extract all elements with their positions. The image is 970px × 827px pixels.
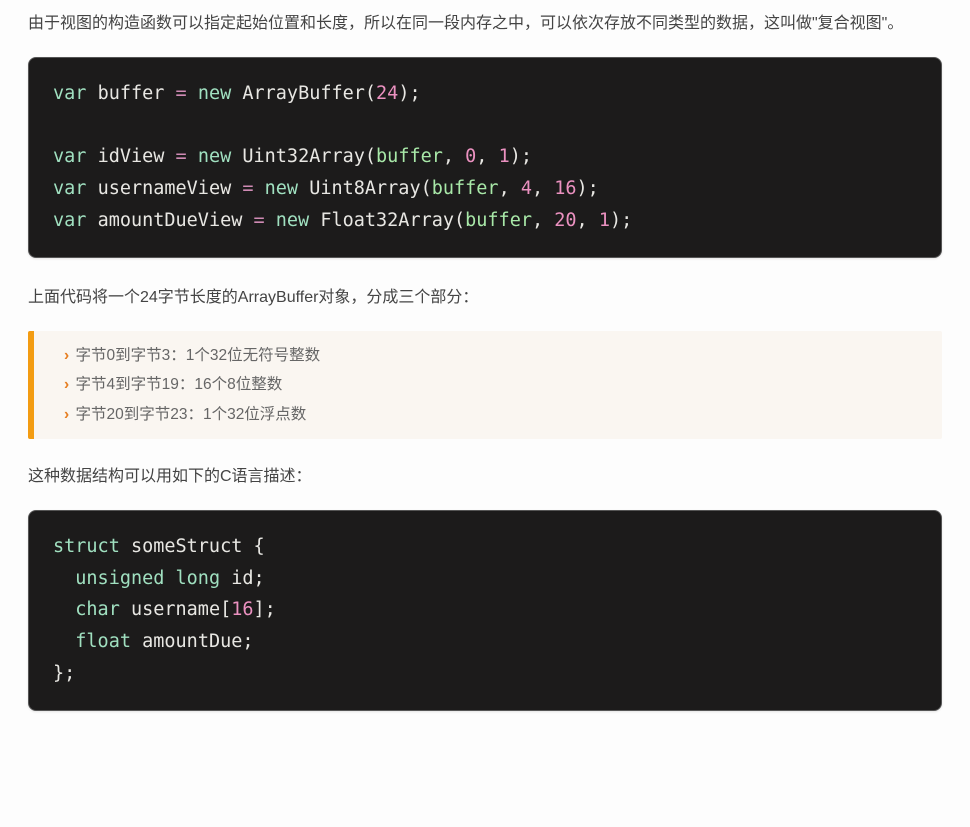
code-token-kw: float: [75, 631, 131, 652]
code-token-op: =: [242, 178, 253, 199]
code-token-id: id: [231, 568, 253, 589]
quote-line: 字节4到字节19：16个8位整数: [64, 370, 922, 399]
code-token-num: 16: [231, 599, 253, 620]
code-token-pn: ];: [254, 599, 276, 620]
code-token-kw: new: [276, 210, 309, 231]
code-token-id: buffer: [98, 83, 165, 104]
code-token-pn: ;: [254, 568, 265, 589]
code-token-id: amountDue: [142, 631, 242, 652]
code-token-pn: (: [365, 83, 376, 104]
code-token-pn: };: [53, 663, 75, 684]
code-token-pn: (: [365, 146, 376, 167]
code-token-kw: char: [75, 599, 120, 620]
quote-line: 字节0到字节3：1个32位无符号整数: [64, 341, 922, 370]
code-token-num: 0: [465, 146, 476, 167]
code-token-kw: new: [198, 146, 231, 167]
code-token-kw: var: [53, 83, 86, 104]
quote-line: 字节20到字节23：1个32位浮点数: [64, 400, 922, 429]
code-token-num: 24: [376, 83, 398, 104]
code-token-id: amountDueView: [98, 210, 243, 231]
code-token-id: someStruct: [131, 536, 242, 557]
code-block-js: var buffer = new ArrayBuffer(24); var id…: [28, 57, 942, 258]
code-token-op: =: [176, 83, 187, 104]
code-token-pn: );: [610, 210, 632, 231]
code-token-kw: var: [53, 178, 86, 199]
code-token-arg: buffer: [432, 178, 499, 199]
code-token-pn: ,: [532, 178, 554, 199]
code-token-pn: ,: [443, 146, 465, 167]
code-token-kw: struct: [53, 536, 120, 557]
code-token-cls: Uint8Array: [309, 178, 420, 199]
code-token-pn: ,: [499, 178, 521, 199]
code-token-kw: new: [265, 178, 298, 199]
code-token-pn: ,: [532, 210, 554, 231]
quote-block: 字节0到字节3：1个32位无符号整数字节4到字节19：16个8位整数字节20到字…: [28, 331, 942, 439]
code-token-pn: ,: [577, 210, 599, 231]
code-token-num: 16: [554, 178, 576, 199]
paragraph-after-quote: 这种数据结构可以用如下的C语言描述：: [28, 463, 942, 492]
paragraph-after-code: 上面代码将一个24字节长度的ArrayBuffer对象，分成三个部分：: [28, 284, 942, 313]
code-token-pn: [: [220, 599, 231, 620]
code-token-kw: var: [53, 210, 86, 231]
paragraph-intro: 由于视图的构造函数可以指定起始位置和长度，所以在同一段内存之中，可以依次存放不同…: [28, 10, 942, 39]
code-token-num: 20: [554, 210, 576, 231]
code-token-kw: var: [53, 146, 86, 167]
code-token-op: =: [254, 210, 265, 231]
code-token-cls: Float32Array: [320, 210, 454, 231]
code-token-id: usernameView: [98, 178, 232, 199]
code-token-pn: );: [398, 83, 420, 104]
code-token-id: idView: [98, 146, 165, 167]
code-token-pn: ,: [476, 146, 498, 167]
code-token-cls: Uint32Array: [242, 146, 365, 167]
code-token-id: username: [131, 599, 220, 620]
code-token-kw: unsigned: [75, 568, 164, 589]
code-block-c: struct someStruct { unsigned long id; ch…: [28, 510, 942, 711]
code-token-pn: );: [510, 146, 532, 167]
code-token-pn: {: [254, 536, 265, 557]
code-token-num: 4: [521, 178, 532, 199]
code-token-num: 1: [599, 210, 610, 231]
code-token-arg: buffer: [376, 146, 443, 167]
code-token-pn: (: [454, 210, 465, 231]
code-token-kw: long: [176, 568, 221, 589]
code-token-pn: ;: [242, 631, 253, 652]
code-token-arg: buffer: [465, 210, 532, 231]
code-token-pn: (: [421, 178, 432, 199]
code-token-pn: );: [577, 178, 599, 199]
code-token-cls: ArrayBuffer: [242, 83, 365, 104]
code-token-num: 1: [499, 146, 510, 167]
code-token-kw: new: [198, 83, 231, 104]
code-token-op: =: [176, 146, 187, 167]
